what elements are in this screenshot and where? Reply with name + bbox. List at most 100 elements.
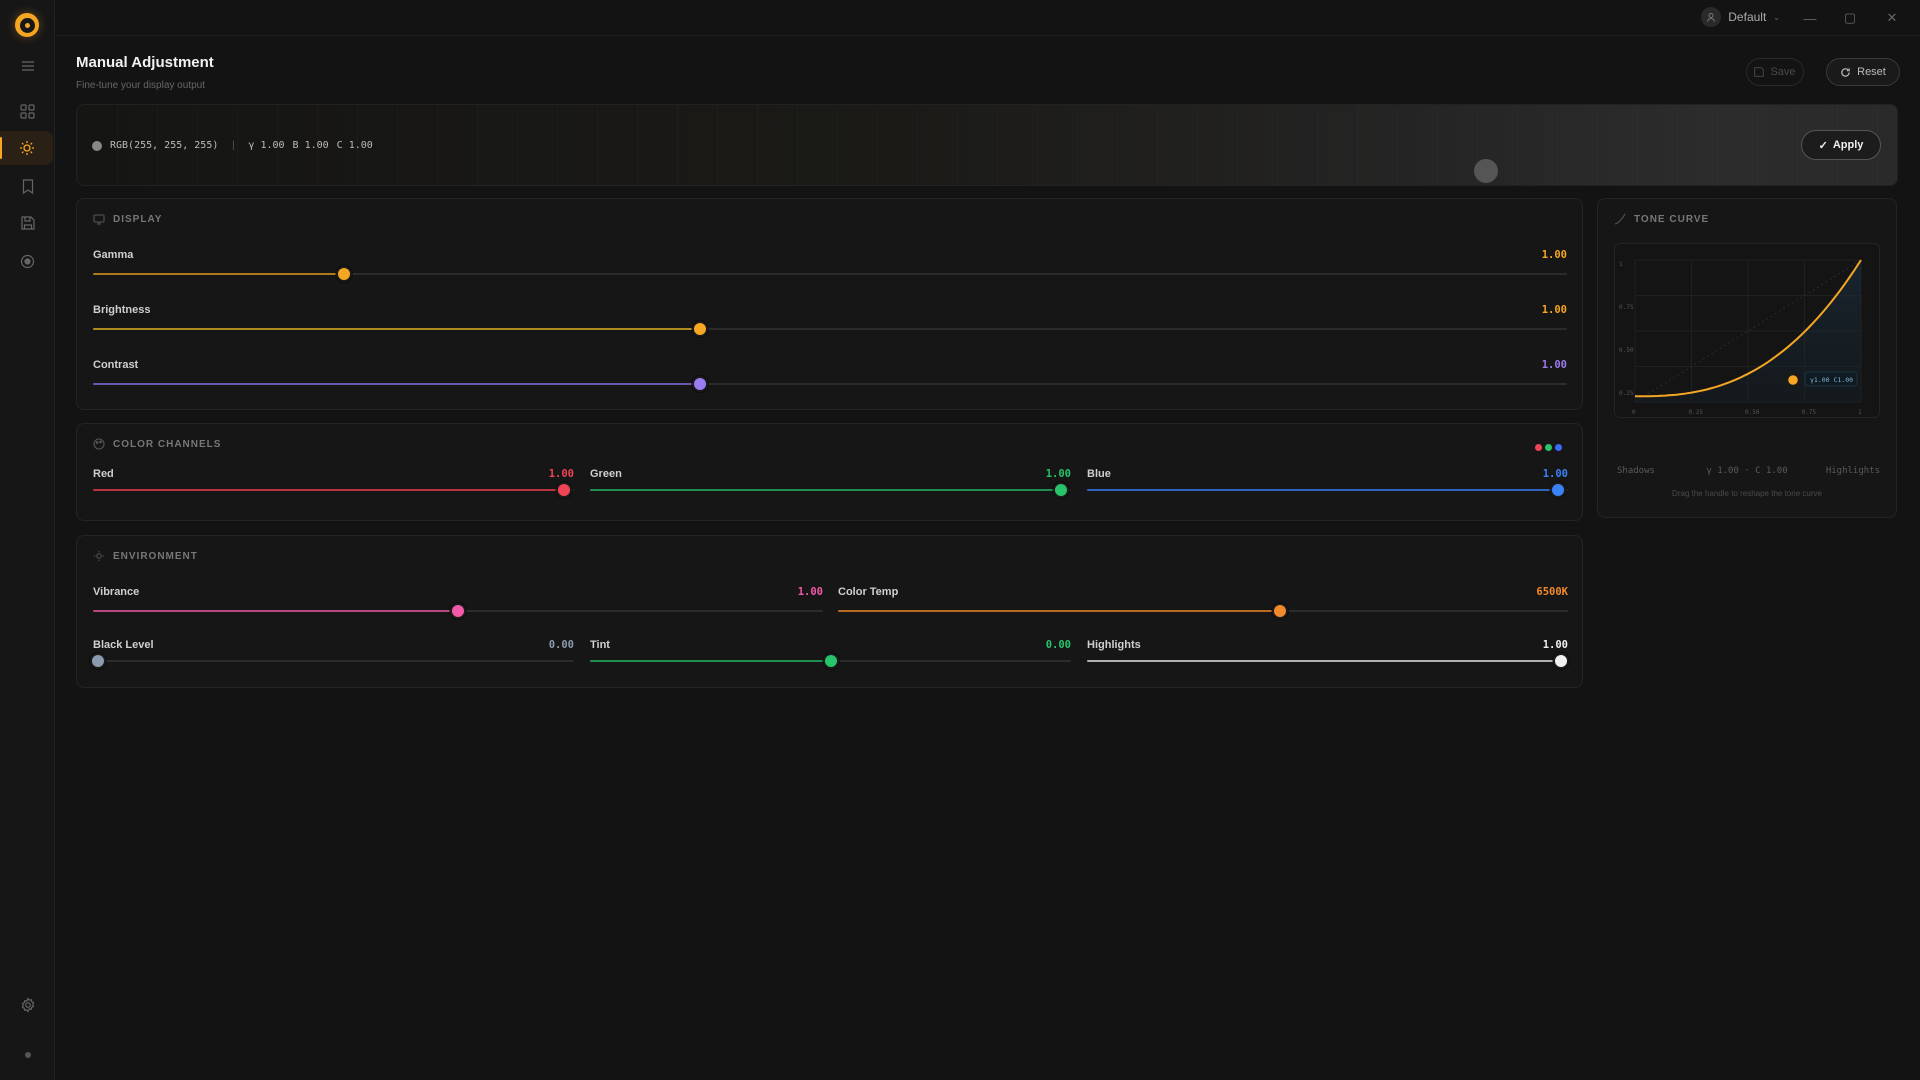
maximize-button[interactable]: ▢ — [1840, 8, 1860, 28]
blue-knob[interactable] — [1550, 482, 1567, 498]
curve-y-tick: 0.75 — [1619, 304, 1634, 311]
gamma-slider[interactable]: Gamma 1.00 — [93, 249, 1567, 283]
highlights-slider[interactable]: Highlights 1.00 — [1087, 639, 1569, 670]
user-icon — [1701, 7, 1722, 27]
tint-label: Tint — [590, 639, 610, 651]
green-slider[interactable]: Green 1.00 — [590, 468, 1071, 499]
highlights-track[interactable] — [1087, 653, 1569, 669]
tint-track[interactable] — [590, 653, 1071, 669]
refresh-icon — [1841, 67, 1850, 77]
gamma-track[interactable] — [93, 266, 1567, 282]
contrast-fill — [93, 383, 701, 385]
curve-x-tick: 0 — [1632, 409, 1636, 416]
contrast-label: Contrast — [93, 359, 139, 371]
display-card: DISPLAY Gamma 1.00 Brightness 1.00 Contrast 1… — [76, 198, 1583, 410]
apply-button[interactable]: ✓ Apply — [1801, 130, 1881, 160]
display-title: DISPLAY — [113, 213, 163, 225]
preview-readout: RGB(255, 255, 255) | γ 1.00 B 1.00 C 1.0… — [92, 140, 373, 151]
green-value: 1.00 — [1045, 468, 1071, 480]
contrast-slider[interactable]: Contrast 1.00 — [93, 359, 1567, 393]
save-icon — [1754, 67, 1765, 77]
grid-icon[interactable] — [0, 94, 55, 128]
black-level-label: Black Level — [93, 639, 154, 651]
vibrance-value: 1.00 — [797, 586, 823, 598]
channels-title: COLOR CHANNELS — [113, 438, 222, 450]
brightness-track[interactable] — [93, 321, 1567, 337]
shadows-label: Shadows — [1617, 466, 1655, 476]
red-knob[interactable] — [556, 482, 573, 498]
red-label: Red — [93, 468, 114, 480]
highlights-knob[interactable] — [1552, 653, 1569, 669]
curve-x-tick: 0.75 — [1802, 409, 1817, 416]
vibrance-fill — [93, 610, 458, 612]
contrast-knob[interactable] — [692, 376, 709, 392]
black-level-track[interactable] — [89, 653, 574, 669]
black-level-knob[interactable] — [89, 653, 106, 669]
page-title: Manual Adjustment — [76, 54, 214, 71]
black-level-value: 0.00 — [548, 639, 574, 651]
check-icon: ✓ — [1818, 139, 1828, 152]
gamma-label: Gamma — [93, 249, 134, 261]
curve-x-tick: 0.50 — [1745, 409, 1760, 416]
preview-strip[interactable]: RGB(255, 255, 255) | γ 1.00 B 1.00 C 1.0… — [76, 104, 1898, 186]
channel-indicator-dots — [1535, 444, 1562, 451]
target-icon[interactable] — [0, 244, 55, 278]
vibrance-track[interactable] — [93, 603, 823, 619]
vibrance-label: Vibrance — [93, 586, 140, 598]
contrast-readout: C 1.00 — [336, 140, 373, 151]
green-track[interactable] — [590, 482, 1071, 498]
close-button[interactable]: ✕ — [1882, 8, 1902, 28]
reset-button[interactable]: Reset — [1826, 58, 1900, 86]
red-slider[interactable]: Red 1.00 — [93, 468, 574, 499]
red-track[interactable] — [93, 482, 574, 498]
app-logo — [15, 13, 39, 37]
palette-icon — [93, 438, 105, 450]
blue-dot — [1555, 444, 1562, 451]
vibrance-slider[interactable]: Vibrance 1.00 — [93, 586, 823, 620]
red-dot — [1535, 444, 1542, 451]
curve-y-tick: 1 — [1619, 261, 1623, 268]
title-bar: Default ⌄ — ▢ ✕ — [56, 0, 1920, 36]
blue-value: 1.00 — [1542, 468, 1568, 480]
tone-curve-graph[interactable]: 1 0.75 0.50 0.25 0 0.25 0.50 0.75 1 γ1.00 C1.00 — [1614, 243, 1880, 418]
contrast-track[interactable] — [93, 376, 1567, 392]
preview-handle[interactable] — [1474, 159, 1498, 183]
color-temp-label: Color Temp — [838, 586, 899, 598]
highlights-label: Highlights — [1825, 466, 1880, 476]
tint-knob[interactable] — [822, 653, 839, 669]
readout-separator: | — [230, 140, 237, 151]
gamma-knob[interactable] — [335, 266, 352, 282]
contrast-value: 1.00 — [1541, 359, 1567, 371]
blue-track[interactable] — [1087, 482, 1568, 498]
save-label: Save — [1770, 66, 1796, 78]
bookmark-icon[interactable] — [0, 169, 55, 203]
page-header: Manual Adjustment Fine-tune your display… — [76, 54, 214, 91]
tint-slider[interactable]: Tint 0.00 — [590, 639, 1071, 670]
green-knob[interactable] — [1053, 482, 1070, 498]
highlights-value: 1.00 — [1542, 639, 1568, 651]
minimize-button[interactable]: — — [1800, 8, 1820, 28]
brightness-readout: B 1.00 — [292, 140, 329, 151]
chevron-down-icon: ⌄ — [1773, 12, 1780, 22]
save-icon[interactable] — [0, 206, 55, 240]
color-temp-slider[interactable]: Color Temp 6500K — [838, 586, 1568, 620]
vibrance-knob[interactable] — [450, 603, 466, 619]
green-dot — [1545, 444, 1552, 451]
highlights-fill — [1087, 660, 1561, 662]
black-level-slider[interactable]: Black Level 0.00 — [89, 639, 574, 670]
brightness-slider[interactable]: Brightness 1.00 — [93, 304, 1567, 338]
page-subtitle: Fine-tune your display output — [76, 80, 205, 91]
green-fill — [590, 489, 1062, 491]
brightness-knob[interactable] — [692, 321, 709, 337]
blue-slider[interactable]: Blue 1.00 — [1087, 468, 1568, 499]
save-button[interactable]: Save — [1746, 58, 1804, 86]
sun-icon[interactable] — [0, 131, 53, 165]
menu-icon[interactable] — [0, 49, 55, 83]
color-temp-knob[interactable] — [1271, 603, 1288, 619]
color-temp-track[interactable] — [838, 603, 1568, 619]
curve-handle[interactable] — [1785, 372, 1801, 388]
profile-name: Default — [1728, 10, 1767, 24]
profile-selector[interactable]: Default ⌄ — [1701, 7, 1780, 27]
curve-y-tick: 0.25 — [1619, 390, 1634, 397]
gear-icon[interactable] — [0, 988, 55, 1022]
